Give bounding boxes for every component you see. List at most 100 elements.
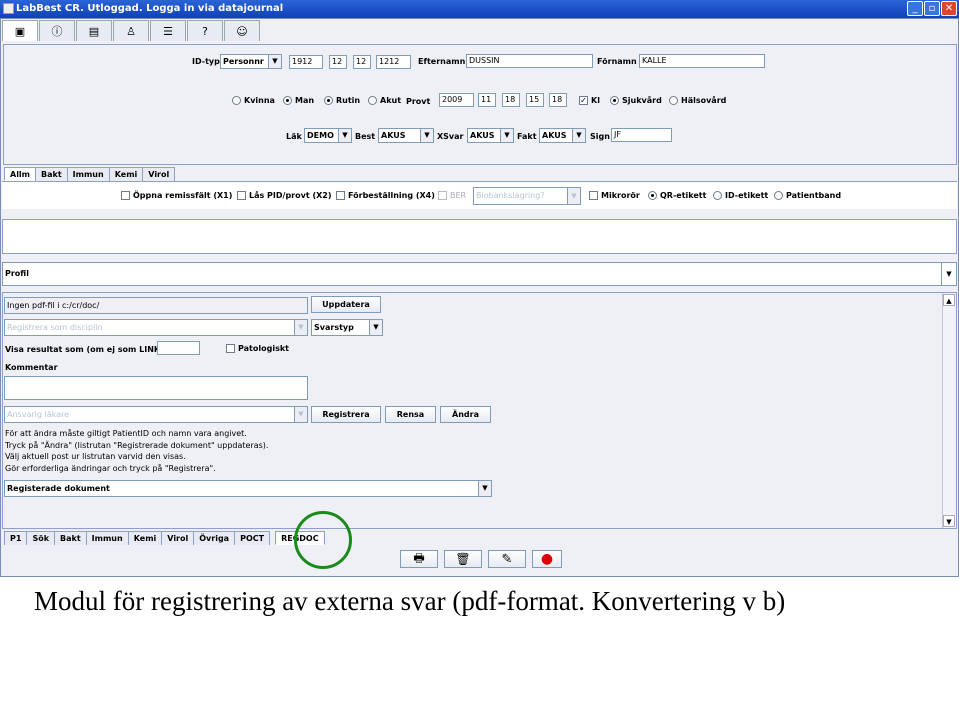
tab-sok[interactable]: Sök (26, 531, 56, 545)
message-icon[interactable]: ☺ (224, 20, 260, 41)
lock-pid-checkbox[interactable]: Lås PID/provt (X2) (237, 191, 331, 200)
open-referral-checkbox[interactable]: Öppna remissfält (X1) (121, 191, 232, 200)
document-icon[interactable]: ▤ (76, 20, 112, 41)
discipline-value: Registrera som disciplin (7, 323, 103, 332)
doctor-select[interactable]: Ansvarig läkare ▼ (4, 406, 308, 423)
instruction-line: Gör erforderliga ändringar och tryck på … (5, 463, 216, 473)
chevron-down-icon: ▼ (294, 320, 307, 335)
stop-button[interactable]: ● (532, 550, 562, 568)
qr-icon[interactable]: ▣ (2, 20, 38, 41)
remiss-text-area[interactable] (2, 219, 957, 254)
radio-man[interactable]: Man (283, 96, 314, 105)
pnr-number-field[interactable]: 1212 (376, 55, 411, 69)
checkbox-icon (121, 191, 130, 200)
xsvar-label: XSvar (437, 132, 464, 141)
minimize-button[interactable]: _ (907, 1, 923, 16)
id-type-select[interactable]: Personnr ▼ (220, 54, 282, 69)
firstname-field[interactable]: KALLE (639, 54, 765, 68)
radio-icon (669, 96, 678, 105)
scroll-down-arrow-icon[interactable]: ▼ (943, 515, 955, 527)
link-field[interactable] (157, 341, 200, 355)
fakt-select[interactable]: AKUS ▼ (539, 128, 586, 143)
radio-icon (232, 96, 241, 105)
radio-kvinna-label: Kvinna (244, 96, 275, 105)
radio-akut[interactable]: Akut (368, 96, 401, 105)
sign-field[interactable]: JF (611, 128, 672, 142)
pnr-day-field[interactable]: 12 (353, 55, 371, 69)
registered-documents-select[interactable]: Registerade dokument ▼ (4, 480, 492, 497)
tab-immun[interactable]: Immun (66, 167, 110, 181)
discipline-select[interactable]: Registrera som disciplin ▼ (4, 319, 308, 336)
tab-p1[interactable]: P1 (4, 531, 28, 545)
tab-kemi[interactable]: Kemi (108, 167, 144, 181)
radio-sjukvard[interactable]: Sjukvård (610, 96, 662, 105)
tab-bakt[interactable]: Bakt (35, 167, 68, 181)
tab-bakt-bottom[interactable]: Bakt (54, 531, 87, 545)
xsvar-value: AKUS (470, 131, 495, 140)
xsvar-select[interactable]: AKUS ▼ (467, 128, 514, 143)
radio-kvinna[interactable]: Kvinna (232, 96, 275, 105)
microtube-label: Mikrorör (601, 191, 640, 200)
provt-day-field[interactable]: 18 (502, 93, 520, 107)
provt-month-field[interactable]: 11 (478, 93, 496, 107)
lak-select[interactable]: DEMO ▼ (304, 128, 352, 143)
lastname-field[interactable]: DUSSIN (466, 54, 593, 68)
tab-poct[interactable]: POCT (234, 531, 271, 545)
microtube-checkbox[interactable]: Mikrorör (589, 191, 640, 200)
tab-kemi-bottom[interactable]: Kemi (127, 531, 163, 545)
tab-allm[interactable]: Allm (4, 167, 37, 181)
help-icon[interactable]: ? (187, 20, 223, 41)
tab-ovriga[interactable]: Övriga (193, 531, 236, 545)
chevron-down-icon: ▼ (572, 129, 585, 142)
list-icon[interactable]: ☰ (150, 20, 186, 41)
clear-button[interactable]: Rensa (385, 406, 436, 423)
print-button[interactable]: 🖶 (400, 550, 438, 568)
bottom-tab-bar: P1 Sök Bakt Immun Kemi Virol Övriga POCT… (4, 531, 325, 545)
pnr-month-field[interactable]: 12 (329, 55, 347, 69)
chevron-down-icon: ▼ (294, 407, 307, 422)
radio-qr-label[interactable]: QR-etikett (648, 191, 706, 200)
tab-virol[interactable]: Virol (142, 167, 176, 181)
firstname-label: Förnamn (597, 57, 637, 66)
update-button[interactable]: Uppdatera (311, 296, 381, 313)
radio-akut-label: Akut (380, 96, 402, 105)
provt-year-field[interactable]: 2009 (439, 93, 474, 107)
tab-immun-bottom[interactable]: Immun (85, 531, 129, 545)
kl-checkbox[interactable]: ✓ Kl (579, 96, 600, 105)
lastname-label: Efternamn (418, 57, 466, 66)
close-button[interactable]: ✕ (941, 1, 957, 16)
maximize-button[interactable]: ▫ (924, 1, 940, 16)
pnr-year-field[interactable]: 1912 (289, 55, 323, 69)
chevron-down-icon: ▼ (500, 129, 513, 142)
tab-virol-bottom[interactable]: Virol (161, 531, 195, 545)
radio-halsovard[interactable]: Hälsovård (669, 96, 726, 105)
change-button[interactable]: Ändra (440, 406, 491, 423)
delete-button[interactable]: 🗑 (444, 550, 482, 568)
vertical-scrollbar[interactable] (942, 293, 956, 528)
register-button[interactable]: Registrera (311, 406, 381, 423)
radio-id-label[interactable]: ID-etikett (713, 191, 768, 200)
checkbox-icon (237, 191, 246, 200)
radio-icon (324, 96, 333, 105)
biobank-select[interactable]: Biobankslagring? ▼ (473, 187, 581, 205)
preorder-checkbox[interactable]: Förbeställning (X4) (336, 191, 435, 200)
best-select[interactable]: AKUS ▼ (378, 128, 434, 143)
info-icon[interactable]: ⓘ (39, 20, 75, 41)
edit-button[interactable]: ✎ (488, 550, 526, 568)
pathological-checkbox[interactable]: Patologiskt (226, 344, 289, 353)
user-icon[interactable]: ♙ (113, 20, 149, 41)
comment-field[interactable] (4, 376, 308, 400)
provt-minute-field[interactable]: 18 (549, 93, 567, 107)
radio-rutin[interactable]: Rutin (324, 96, 360, 105)
profile-select[interactable]: Profil ▼ (2, 262, 957, 286)
comment-label: Kommentar (5, 363, 58, 372)
response-type-select[interactable]: Svarstyp ▼ (311, 319, 383, 336)
provt-hour-field[interactable]: 15 (526, 93, 544, 107)
ber-checkbox[interactable]: BER (438, 191, 466, 200)
upper-tab-bar: Allm Bakt Immun Kemi Virol (4, 167, 176, 181)
radio-icon (648, 191, 657, 200)
scroll-up-arrow-icon[interactable]: ▲ (943, 294, 955, 306)
lak-label: Läk (286, 132, 302, 141)
best-label: Best (355, 132, 376, 141)
radio-patient-band[interactable]: Patientband (774, 191, 841, 200)
